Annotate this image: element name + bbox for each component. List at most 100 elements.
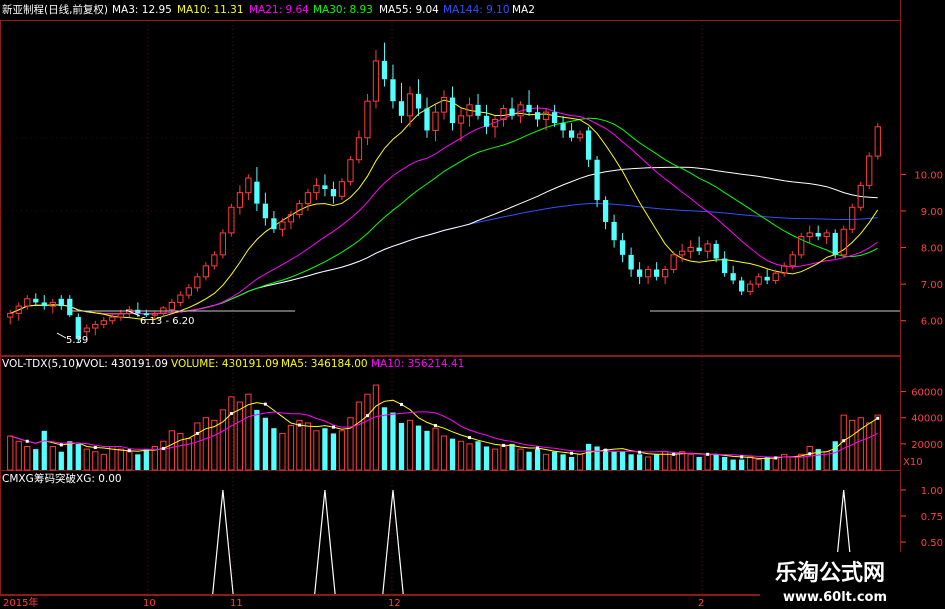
volume-bar xyxy=(415,425,422,470)
volume-bar xyxy=(713,454,719,470)
volume-bar xyxy=(611,451,617,470)
price-tick-label: 10.00 xyxy=(914,170,943,181)
ma3-value: MA3: 12.95 xyxy=(112,4,172,16)
volume-ma-marker xyxy=(25,439,29,443)
volume-bar xyxy=(739,459,745,470)
volume-bar xyxy=(254,409,260,470)
volume-bar xyxy=(722,456,728,470)
volume-ma-marker xyxy=(502,443,506,447)
volume-bar xyxy=(696,456,702,470)
volume-bar xyxy=(143,449,149,470)
volume-tick-label: 40000 xyxy=(911,414,943,425)
volume-bar xyxy=(475,441,481,470)
volume-bar xyxy=(509,443,515,470)
volume-bar xyxy=(636,454,643,470)
volume-bar xyxy=(262,417,269,470)
volume-bar xyxy=(619,451,626,470)
candle xyxy=(594,156,600,208)
price-tick-label: 8.00 xyxy=(921,244,943,255)
range-label: 6.13 - 6.20 xyxy=(140,316,195,327)
volume-ma-marker xyxy=(331,425,335,429)
x-tick-12: 12 xyxy=(388,598,401,609)
volume-bar xyxy=(832,441,838,470)
vol-ma5-value: MA5: 346184.00 xyxy=(281,358,368,370)
volume-ma-marker xyxy=(93,446,97,450)
watermark-url: www.60lt.com xyxy=(783,590,887,605)
volume-ma-marker xyxy=(740,455,744,459)
x-tick-2015: 2015年 xyxy=(3,596,38,609)
volume-bar xyxy=(41,430,47,470)
cmxg-tick-label: 0.50 xyxy=(921,538,943,549)
x-tick-2: 2 xyxy=(698,598,704,609)
volume-bar xyxy=(585,443,592,470)
volume-bar xyxy=(58,451,64,470)
volume-unit-label: X10 xyxy=(903,457,923,468)
volume-ma-marker xyxy=(536,446,540,450)
volume-ma-marker xyxy=(706,452,710,456)
ma30-value: MA30: 8.93 xyxy=(313,4,373,16)
price-tick-label: 9.00 xyxy=(921,207,943,218)
volume-bar xyxy=(551,451,558,470)
volume-tick-label: 20000 xyxy=(911,440,943,451)
volume-bar xyxy=(67,441,73,470)
volume-ma-marker xyxy=(399,402,403,406)
cmxg-header: CMXG 筹码突破XG: 0.00 xyxy=(2,472,122,485)
ma-cut-value: MA2 xyxy=(512,4,535,16)
volume-bar xyxy=(135,454,141,470)
volume-ma-marker xyxy=(604,448,608,452)
volume-bar xyxy=(594,446,600,470)
volume-bar xyxy=(568,456,575,470)
volume-ma-marker xyxy=(127,449,131,453)
price-tick-label: 6.00 xyxy=(921,317,943,328)
volume-ma-marker xyxy=(468,436,472,440)
ma55-value: MA55: 9.04 xyxy=(379,4,439,16)
volume-tick-label: 60000 xyxy=(911,388,943,399)
volume-bar xyxy=(390,412,396,470)
volume-bar xyxy=(381,407,388,470)
volume-bar xyxy=(653,454,660,470)
volume-bar xyxy=(322,428,328,470)
volume-ma-marker xyxy=(195,431,199,435)
volume-bar xyxy=(449,438,456,470)
volume-bar xyxy=(271,428,277,470)
ma10-value: MA10: 11.31 xyxy=(177,4,244,16)
x-tick-10: 10 xyxy=(143,598,156,609)
volume-header: VOL-TDX(5,10) VVOL: 430191.09 VOLUME: 43… xyxy=(2,358,464,370)
volume-ma-marker xyxy=(59,443,63,447)
volume-ma-marker xyxy=(842,439,846,443)
vvol-value: VVOL: 430191.09 xyxy=(76,358,168,370)
volume-bar xyxy=(534,449,541,470)
volume-ma-marker xyxy=(672,452,676,456)
volume-value: VOLUME: 430191.09 xyxy=(171,358,279,370)
volume-bar xyxy=(560,454,566,470)
ma144-value: MA144: 9.10 xyxy=(443,4,510,16)
price-header: 新亚制程(日线,前复权) MA3: 12.95 MA10: 11.31 MA21… xyxy=(2,3,535,16)
watermark-title: 乐淘公式网 xyxy=(775,560,885,586)
volume-bar xyxy=(602,449,609,470)
volume-ma-marker xyxy=(229,412,233,416)
ma21-value: MA21: 9.64 xyxy=(249,4,309,16)
volume-bar xyxy=(628,454,634,470)
volume-ma-marker xyxy=(808,452,812,456)
watermark: 乐淘公式网 www.60lt.com xyxy=(760,552,945,608)
volume-ma-marker xyxy=(638,450,642,454)
low-label: 5.39 xyxy=(66,335,88,346)
vol-indicator-name: VOL-TDX(5,10) xyxy=(2,358,79,370)
volume-ma-marker xyxy=(161,447,165,451)
volume-bar xyxy=(33,449,39,470)
chart-background xyxy=(0,0,945,609)
volume-bar xyxy=(330,433,337,470)
volume-bar xyxy=(424,430,430,470)
volume-ma-marker xyxy=(876,416,880,420)
volume-ma-marker xyxy=(570,451,574,455)
volume-ma-marker xyxy=(263,402,267,406)
volume-bar xyxy=(398,422,405,470)
vol-ma10-value: MA10: 356214.41 xyxy=(371,358,464,370)
cmxg-tick-label: 0.75 xyxy=(921,512,943,523)
volume-bar xyxy=(483,446,490,470)
candle xyxy=(832,229,838,259)
stock-chart[interactable]: 新亚制程(日线,前复权) MA3: 12.95 MA10: 11.31 MA21… xyxy=(0,0,945,609)
volume-ma-marker xyxy=(433,424,437,428)
chart-title: 新亚制程(日线,前复权) xyxy=(2,3,108,16)
cmxg-name: CMXG xyxy=(2,473,34,485)
